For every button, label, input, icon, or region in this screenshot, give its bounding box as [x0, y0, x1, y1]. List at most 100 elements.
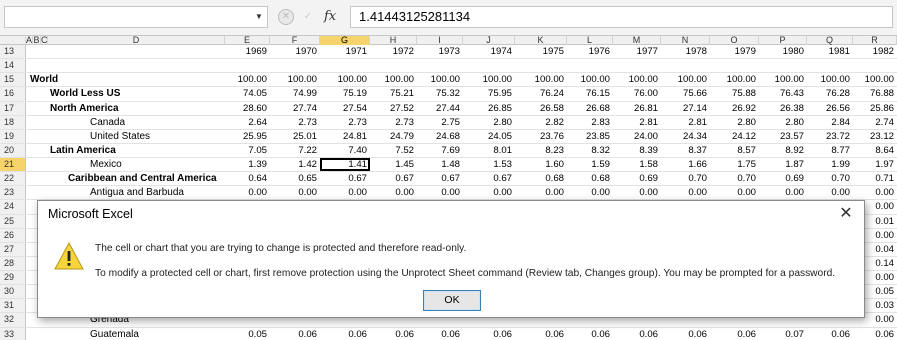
data-cell[interactable]: 0.06	[807, 328, 853, 340]
column-header-e[interactable]: E	[225, 36, 270, 45]
row-header[interactable]: 26	[0, 228, 26, 242]
data-cell[interactable]: 2.84	[807, 116, 853, 129]
data-cell[interactable]: 2.73	[370, 116, 417, 129]
data-cell[interactable]: 25.01	[270, 130, 320, 143]
name-box[interactable]	[4, 6, 268, 28]
data-cell[interactable]: 0.06	[463, 328, 515, 340]
data-cell[interactable]: 0.00	[759, 186, 807, 199]
column-header-f[interactable]: F	[270, 36, 320, 45]
column-header-g[interactable]: G	[320, 36, 370, 45]
data-cell[interactable]: 1.39	[225, 158, 270, 171]
data-cell[interactable]: 100.00	[515, 73, 567, 86]
data-cell[interactable]: 0.06	[370, 328, 417, 340]
data-cell[interactable]: 2.82	[515, 116, 567, 129]
data-cell[interactable]: 27.54	[320, 102, 370, 115]
data-cell[interactable]: 25.95	[225, 130, 270, 143]
data-cell[interactable]: 7.22	[270, 144, 320, 157]
row-label-cell[interactable]: Latin America	[50, 144, 116, 157]
data-cell[interactable]: 8.92	[759, 144, 807, 157]
data-cell[interactable]: 75.32	[417, 87, 463, 100]
data-cell[interactable]: 1975	[515, 45, 567, 58]
data-cell[interactable]: 28.60	[225, 102, 270, 115]
data-cell[interactable]: 100.00	[567, 73, 613, 86]
data-cell[interactable]: 2.73	[270, 116, 320, 129]
data-cell[interactable]: 0.00	[320, 186, 370, 199]
chevron-down-icon[interactable]: ▼	[252, 10, 266, 24]
data-cell[interactable]: 100.00	[417, 73, 463, 86]
data-cell[interactable]: 1981	[807, 45, 853, 58]
data-cell[interactable]: 0.00	[567, 186, 613, 199]
data-cell[interactable]	[567, 59, 613, 72]
row-header[interactable]: 29	[0, 271, 26, 285]
row-header[interactable]: 19	[0, 129, 26, 143]
data-cell[interactable]	[613, 59, 661, 72]
row-label-cell[interactable]: Guatemala	[90, 328, 139, 340]
row-header[interactable]: 31	[0, 299, 26, 313]
data-cell[interactable]: 74.05	[225, 87, 270, 100]
data-cell[interactable]: 76.28	[807, 87, 853, 100]
data-cell[interactable]: 1979	[710, 45, 759, 58]
data-cell[interactable]: 0.68	[567, 172, 613, 185]
data-cell[interactable]: 100.00	[463, 73, 515, 86]
data-cell[interactable]: 7.05	[225, 144, 270, 157]
data-cell[interactable]: 8.37	[661, 144, 710, 157]
data-cell[interactable]: 8.39	[613, 144, 661, 157]
data-cell[interactable]: 1970	[270, 45, 320, 58]
data-cell[interactable]: 0.00	[417, 186, 463, 199]
data-cell[interactable]: 0.06	[661, 328, 710, 340]
data-cell[interactable]: 1973	[417, 45, 463, 58]
close-icon[interactable]: ✕	[836, 204, 856, 224]
data-cell[interactable]: 0.06	[320, 328, 370, 340]
row-header[interactable]: 27	[0, 242, 26, 256]
data-cell[interactable]	[270, 59, 320, 72]
data-cell[interactable]: 2.80	[710, 116, 759, 129]
data-cell[interactable]: 27.74	[270, 102, 320, 115]
data-cell[interactable]: 0.00	[807, 186, 853, 199]
data-cell[interactable]: 0.70	[807, 172, 853, 185]
data-cell[interactable]: 1.75	[710, 158, 759, 171]
row-header[interactable]: 25	[0, 214, 26, 228]
data-cell[interactable]: 0.00	[853, 186, 897, 199]
column-header-o[interactable]: O	[710, 36, 759, 45]
column-header-c[interactable]: C	[41, 36, 48, 45]
data-cell[interactable]: 8.64	[853, 144, 897, 157]
data-cell[interactable]: 0.06	[710, 328, 759, 340]
column-header-j[interactable]: J	[463, 36, 515, 45]
data-cell[interactable]: 100.00	[225, 73, 270, 86]
row-label-cell[interactable]: Mexico	[90, 158, 122, 171]
data-cell[interactable]: 0.06	[853, 328, 897, 340]
data-cell[interactable]: 75.95	[463, 87, 515, 100]
data-cell[interactable]: 100.00	[807, 73, 853, 86]
row-label-cell[interactable]: World	[30, 73, 58, 86]
data-cell[interactable]: 76.24	[515, 87, 567, 100]
row-header[interactable]: 23	[0, 186, 26, 200]
data-cell[interactable]: 1976	[567, 45, 613, 58]
active-cell[interactable]: 1.41	[320, 158, 370, 172]
data-cell[interactable]: 1977	[613, 45, 661, 58]
data-cell[interactable]: 27.14	[661, 102, 710, 115]
data-cell[interactable]: 74.99	[270, 87, 320, 100]
data-cell[interactable]: 2.83	[567, 116, 613, 129]
data-cell[interactable]: 76.15	[567, 87, 613, 100]
data-cell[interactable]: 27.52	[370, 102, 417, 115]
data-cell[interactable]: 26.58	[515, 102, 567, 115]
row-header[interactable]: 16	[0, 87, 26, 101]
data-cell[interactable]: 23.12	[853, 130, 897, 143]
data-cell[interactable]: 0.71	[853, 172, 897, 185]
column-header-q[interactable]: Q	[807, 36, 853, 45]
data-cell[interactable]: 1982	[853, 45, 897, 58]
data-cell[interactable]: 24.12	[710, 130, 759, 143]
data-cell[interactable]: 76.43	[759, 87, 807, 100]
data-cell[interactable]: 2.75	[417, 116, 463, 129]
column-header-a[interactable]: A	[26, 36, 33, 45]
column-header-b[interactable]: B	[33, 36, 41, 45]
data-cell[interactable]: 75.66	[661, 87, 710, 100]
data-cell[interactable]: 0.00	[613, 186, 661, 199]
column-header-p[interactable]: P	[759, 36, 807, 45]
data-cell[interactable]: 100.00	[370, 73, 417, 86]
data-cell[interactable]: 27.44	[417, 102, 463, 115]
data-cell[interactable]: 26.56	[807, 102, 853, 115]
data-cell[interactable]: 8.77	[807, 144, 853, 157]
data-cell[interactable]: 8.32	[567, 144, 613, 157]
row-header[interactable]: 14	[0, 59, 26, 73]
